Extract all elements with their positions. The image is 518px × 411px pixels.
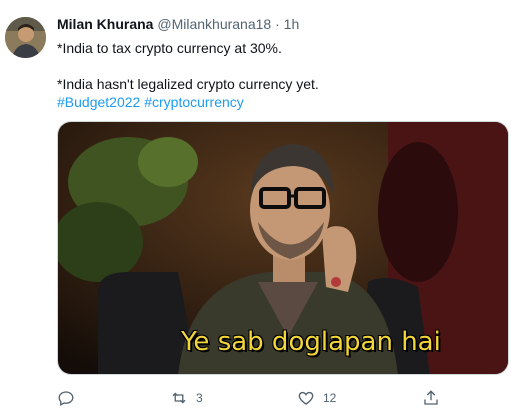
author-handle[interactable]: @Milankhurana18	[157, 16, 271, 32]
avatar[interactable]	[5, 17, 46, 58]
meme-caption: Ye sab doglapan hai	[181, 327, 441, 357]
share-icon	[422, 389, 440, 407]
hashtag-cryptocurrency[interactable]: #cryptocurrency	[144, 94, 244, 110]
tweet-line-2: *India hasn't legalized crypto currency …	[57, 76, 319, 92]
retweet-button[interactable]: 3	[170, 388, 203, 408]
tweet-media-image[interactable]: Ye sab doglapan hai	[57, 121, 509, 375]
heart-icon	[297, 389, 315, 407]
reply-button[interactable]	[57, 388, 75, 408]
author-name[interactable]: Milan Khurana	[57, 16, 153, 32]
tweet: Milan Khurana @Milankhurana18 · 1h *Indi…	[0, 0, 518, 411]
reply-icon	[57, 389, 75, 407]
tweet-actions: 3 12	[57, 388, 509, 408]
hashtag-budget2022[interactable]: #Budget2022	[57, 94, 140, 110]
retweet-icon	[170, 389, 188, 407]
like-count: 12	[323, 391, 337, 405]
like-button[interactable]: 12	[297, 388, 336, 408]
separator-dot: ·	[275, 16, 280, 32]
share-button[interactable]	[422, 388, 440, 408]
tweet-text: *India to tax crypto currency at 30%. *I…	[57, 39, 507, 111]
retweet-count: 3	[196, 391, 203, 405]
tweet-line-1: *India to tax crypto currency at 30%.	[57, 40, 282, 56]
tweet-timestamp[interactable]: 1h	[284, 16, 300, 32]
tweet-header: Milan Khurana @Milankhurana18 · 1h	[57, 16, 299, 32]
